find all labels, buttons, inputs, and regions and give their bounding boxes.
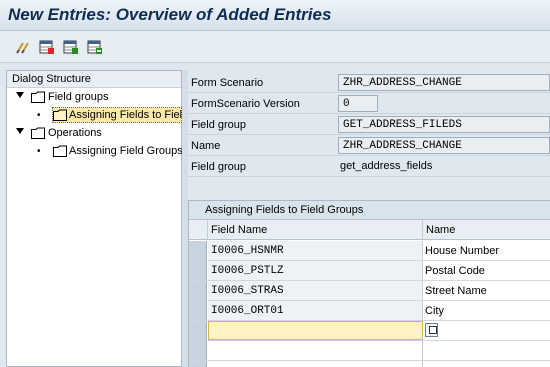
row-selector[interactable] [189,321,207,340]
field-name-cell[interactable]: I0006_HSNMR [208,241,423,260]
open-folder-icon [53,109,67,121]
form-row-field-group: Field group GET_ADDRESS_FILEDS [188,114,550,135]
title-bar: New Entries: Overview of Added Entries [0,0,550,31]
tree-node-assigning-fields[interactable]: • Assigning Fields to Field [7,106,182,124]
row-selector[interactable] [189,261,207,280]
table-title: Assigning Fields to Field Groups [189,201,550,220]
name-cell [423,321,550,340]
header-form: Form Scenario ZHR_ADDRESS_CHANGE FormSce… [188,70,550,185]
table-row: I0006_STRAS Street Name [189,281,550,301]
dialog-structure-header: Dialog Structure [7,71,181,88]
tree-node-assigning-field-groups[interactable]: • Assigning Field Groups t [7,142,182,160]
display-change-button[interactable] [14,38,32,56]
table-row: I0006_ORT01 City [189,301,550,321]
tree-node-field-groups[interactable]: Field groups [7,88,181,106]
version-field[interactable]: 0 [338,95,378,112]
window-title: New Entries: Overview of Added Entries [8,5,332,24]
field-name-cell[interactable] [208,341,423,360]
form-row-version: FormScenario Version 0 [188,93,550,114]
row-selector[interactable] [189,241,207,260]
delete-table-icon [87,40,102,54]
field-name-cell[interactable] [208,361,423,367]
save-table-icon [39,40,54,54]
tree-label: Field groups [48,91,109,103]
field-assignment-table: Assigning Fields to Field Groups Field N… [188,200,550,367]
field-name-cell[interactable]: I0006_ORT01 [208,301,423,320]
column-header-name[interactable]: Name [423,220,550,240]
tree-label: Assigning Field Groups t [69,145,182,157]
row-selector[interactable] [189,361,207,367]
table-row [189,341,550,361]
expand-arrow-icon[interactable] [16,128,24,134]
table-row [189,361,550,367]
copy-table-icon [63,40,78,54]
form-scenario-field[interactable]: ZHR_ADDRESS_CHANGE [338,74,550,91]
folder-icon [31,91,45,103]
field-label: Form Scenario [191,77,264,89]
field-label: Field group [191,119,247,131]
application-toolbar [0,31,550,63]
name-cell [423,341,550,360]
field-group-field[interactable]: GET_ADDRESS_FILEDS [338,116,550,133]
dialog-structure-pane: Dialog Structure Field groups • Assignin… [6,70,182,367]
bullet-icon: • [37,146,41,157]
table-row: I0006_HSNMR House Number [189,241,550,261]
copy-as-button[interactable] [62,38,80,56]
name-cell: City [425,305,444,317]
row-selector[interactable] [189,281,207,300]
column-header-field-name[interactable]: Field Name [208,220,423,240]
tree-node-operations[interactable]: Operations [7,124,181,142]
row-selector[interactable] [189,301,207,320]
row-selector[interactable] [189,341,207,360]
name-field[interactable]: ZHR_ADDRESS_CHANGE [338,137,550,154]
name-cell: Street Name [425,285,487,297]
form-row-field-group-text: Field group get_address_fields [188,156,550,177]
expand-arrow-icon[interactable] [16,92,24,98]
field-group-text: get_address_fields [340,160,433,172]
field-label: FormScenario Version [191,98,300,110]
glasses-icon [16,42,29,54]
bullet-icon: • [37,110,41,121]
value-help-icon[interactable] [425,323,438,337]
field-label: Field group [191,161,247,173]
table-row-new-entry [189,321,550,341]
field-name-cell[interactable]: I0006_PSTLZ [208,261,423,280]
form-row-name: Name ZHR_ADDRESS_CHANGE [188,135,550,156]
table-row: I0006_PSTLZ Postal Code [189,261,550,281]
name-cell: Postal Code [425,265,485,277]
field-name-input[interactable] [208,321,423,340]
name-cell: House Number [425,245,499,257]
folder-icon [31,127,45,139]
field-label: Name [191,140,221,152]
delete-button[interactable] [86,38,104,56]
tree-label: Assigning Fields to Field [69,109,182,121]
new-entries-button[interactable] [38,38,56,56]
name-cell [423,361,550,367]
field-name-cell[interactable]: I0006_STRAS [208,281,423,300]
form-row-form-scenario: Form Scenario ZHR_ADDRESS_CHANGE [188,72,550,93]
folder-icon [53,145,67,157]
tree-label: Operations [48,127,102,139]
select-all-column-header[interactable] [189,220,208,240]
